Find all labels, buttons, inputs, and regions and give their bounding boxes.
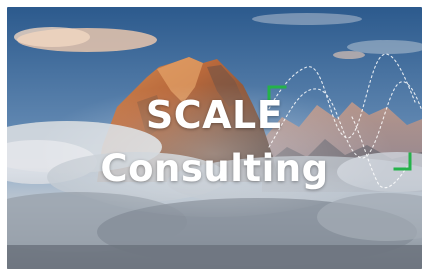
hero-title-line1: SCALE: [145, 93, 284, 137]
image-frame: SCALE Consulting: [0, 0, 429, 273]
hero-banner: SCALE Consulting: [7, 7, 422, 269]
mountain-cloud-photo: [7, 7, 422, 269]
hero-title-line2: Consulting: [100, 147, 329, 190]
